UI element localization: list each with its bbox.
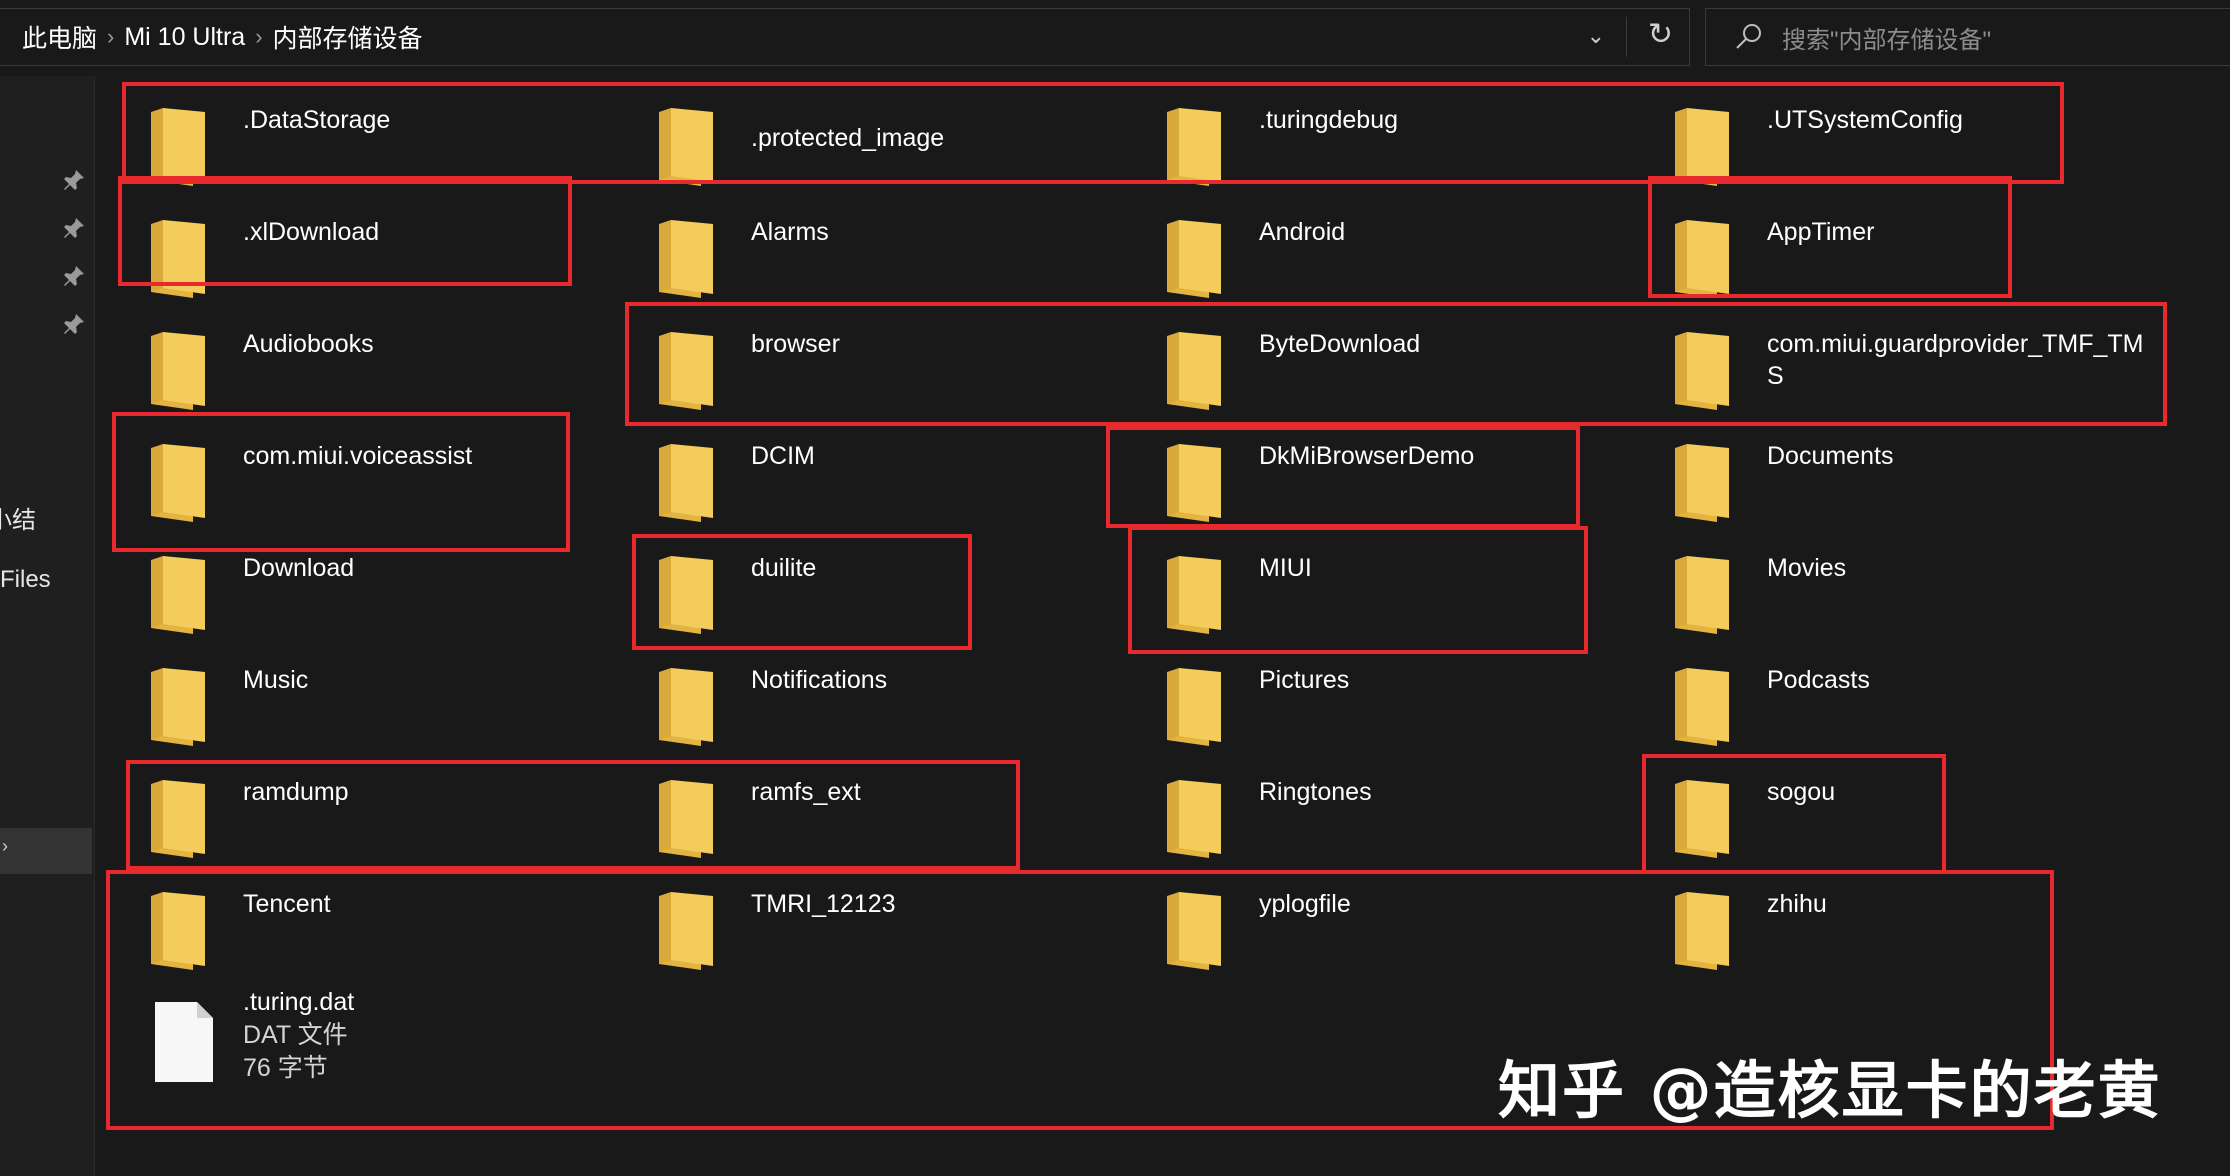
chevron-down-icon[interactable]: ⌄ xyxy=(1587,23,1605,49)
folder-item[interactable]: Download xyxy=(135,538,643,650)
folder-icon xyxy=(149,550,207,634)
navigation-pane: 小结 Files › xyxy=(0,76,95,1176)
breadcrumb-this-pc[interactable]: 此电脑 xyxy=(0,19,105,55)
folder-icon xyxy=(149,326,207,410)
search-box[interactable]: 搜索"内部存储设备" xyxy=(1705,8,2230,66)
breadcrumb-internal-storage[interactable]: 内部存储设备 xyxy=(265,19,431,55)
title-bar: 此电脑 › Mi 10 Ultra › 内部存储设备 ⌄ ↻ 搜索"内部存储设备… xyxy=(0,0,2230,76)
folder-icon xyxy=(1673,438,1731,522)
pin-icon xyxy=(64,314,84,334)
folder-item[interactable]: Music xyxy=(135,650,643,762)
chevron-right-icon[interactable]: › xyxy=(2,836,8,857)
item-name: Android xyxy=(1259,218,1346,246)
address-bar[interactable]: 此电脑 › Mi 10 Ultra › 内部存储设备 ⌄ ↻ xyxy=(0,8,1690,66)
pin-icon xyxy=(64,266,84,286)
folder-icon xyxy=(657,214,715,298)
folder-icon xyxy=(149,662,207,746)
item-name: Notifications xyxy=(751,666,888,694)
search-placeholder[interactable]: 搜索"内部存储设备" xyxy=(1782,20,1991,55)
item-name: Download xyxy=(243,554,355,582)
item-name: Documents xyxy=(1767,442,1894,470)
nav-item-files[interactable]: Files xyxy=(0,566,51,594)
folder-item[interactable]: Documents xyxy=(1659,426,2167,538)
highlight-box xyxy=(1128,526,1588,654)
breadcrumb-device[interactable]: Mi 10 Ultra xyxy=(116,23,253,52)
folder-item[interactable]: Pictures xyxy=(1151,650,1659,762)
item-name: Movies xyxy=(1767,554,1847,582)
highlight-box xyxy=(632,534,972,650)
folder-icon xyxy=(657,662,715,746)
highlight-box xyxy=(1648,176,2012,298)
highlight-box xyxy=(1642,754,1946,874)
pin-icon xyxy=(64,170,84,190)
folder-icon xyxy=(657,438,715,522)
folder-icon xyxy=(1673,550,1731,634)
item-name: DCIM xyxy=(751,442,815,470)
folder-item[interactable]: Audiobooks xyxy=(135,314,643,426)
item-name: Music xyxy=(243,666,309,694)
folder-icon xyxy=(1165,774,1223,858)
folder-item[interactable]: Alarms xyxy=(643,202,1151,314)
folder-item[interactable]: DCIM xyxy=(643,426,1151,538)
highlight-box xyxy=(112,412,570,552)
folder-icon xyxy=(1165,662,1223,746)
highlight-box xyxy=(126,760,1020,870)
item-name: Podcasts xyxy=(1767,666,1870,694)
item-name: Pictures xyxy=(1259,666,1350,694)
pin-icon xyxy=(64,218,84,238)
chevron-right-icon[interactable]: › xyxy=(105,24,116,50)
nav-item-selected[interactable] xyxy=(0,828,92,874)
highlight-box xyxy=(118,176,572,286)
watermark: 知乎 @造核显卡的老黄 xyxy=(1498,1054,2162,1127)
highlight-box xyxy=(625,302,2167,426)
folder-item[interactable]: Android xyxy=(1151,202,1659,314)
chevron-right-icon[interactable]: › xyxy=(253,24,264,50)
nav-item-summary[interactable]: 小结 xyxy=(0,500,36,535)
divider xyxy=(1626,17,1627,57)
folder-item[interactable]: Notifications xyxy=(643,650,1151,762)
folder-item[interactable]: Movies xyxy=(1659,538,2167,650)
item-name: Ringtones xyxy=(1259,778,1372,806)
folder-icon xyxy=(1165,214,1223,298)
item-name: Alarms xyxy=(751,218,829,246)
folder-item[interactable]: Ringtones xyxy=(1151,762,1659,874)
folder-item[interactable]: Podcasts xyxy=(1659,650,2167,762)
folder-icon xyxy=(1673,662,1731,746)
search-icon xyxy=(1736,24,1761,49)
highlight-box xyxy=(122,82,2064,184)
refresh-icon[interactable]: ↻ xyxy=(1648,17,1673,52)
item-name: Audiobooks xyxy=(243,330,374,358)
highlight-box xyxy=(1106,426,1580,528)
